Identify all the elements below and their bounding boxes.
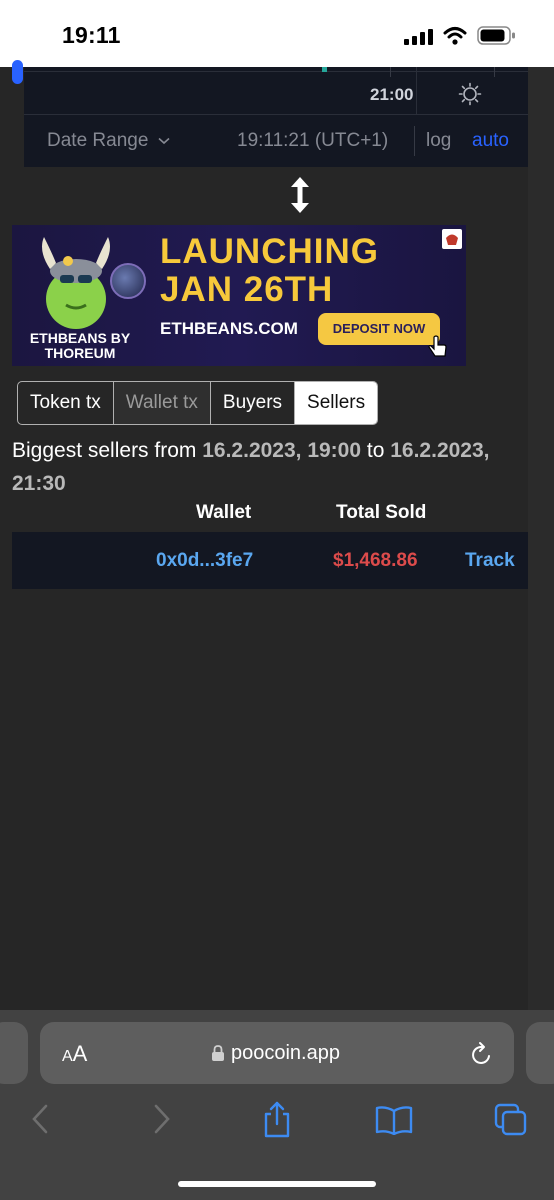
tab-sellers[interactable]: Sellers xyxy=(295,382,378,424)
signal-icon xyxy=(404,29,433,45)
previous-tab-preview[interactable] xyxy=(0,1022,28,1084)
forward-icon[interactable] xyxy=(152,1103,172,1135)
wifi-icon xyxy=(443,27,467,45)
ad-url: ETHBEANS.COM xyxy=(160,319,298,338)
ad-deposit-button[interactable]: DEPOSIT NOW xyxy=(318,313,440,345)
lock-icon xyxy=(212,1045,224,1061)
ad-headline-line: LAUNCHING xyxy=(160,232,379,271)
heading-prefix: Biggest sellers from xyxy=(12,439,203,462)
price-axis-separator xyxy=(416,67,417,114)
ad-brand: ETHBEANS BY THOREUM xyxy=(22,331,138,361)
date-range-button[interactable]: Date Range xyxy=(47,130,170,152)
share-icon[interactable] xyxy=(262,1100,292,1138)
battery-icon xyxy=(477,26,515,45)
text-size-button[interactable]: AA xyxy=(62,1041,87,1067)
tab-token-tx[interactable]: Token tx xyxy=(18,382,114,424)
toolbar-divider xyxy=(414,126,415,156)
chart-scroll-handle[interactable] xyxy=(12,60,23,84)
ad-banner[interactable]: ETHBEANS BY THOREUM LAUNCHING JAN 26TH E… xyxy=(12,225,466,366)
track-link[interactable]: Track xyxy=(465,550,515,572)
column-header-total-sold: Total Sold xyxy=(336,502,427,523)
log-scale-button[interactable]: log xyxy=(426,130,451,152)
aa-large: A xyxy=(72,1041,88,1066)
chart-crosshair xyxy=(322,67,327,72)
column-header-wallet: Wallet xyxy=(196,502,252,523)
next-tab-preview[interactable] xyxy=(526,1022,554,1084)
heading-from-date: 16.2.2023, 19:00 xyxy=(202,439,362,462)
bookmarks-icon[interactable] xyxy=(375,1105,413,1135)
tabs-overview-icon[interactable] xyxy=(494,1103,528,1137)
chevron-down-icon xyxy=(158,137,170,145)
chart-gridline xyxy=(390,67,391,77)
reload-icon[interactable] xyxy=(470,1041,494,1067)
date-range-label: Date Range xyxy=(47,130,149,151)
heading-to-word: to xyxy=(361,439,391,462)
sellers-heading: Biggest sellers from 16.2.2023, 19:00 to… xyxy=(12,434,532,500)
total-sold-value: $1,468.86 xyxy=(333,550,418,571)
back-icon[interactable] xyxy=(30,1103,50,1135)
status-time: 19:11 xyxy=(62,22,121,48)
time-axis-divider xyxy=(24,114,528,115)
chart-settings-icon[interactable] xyxy=(458,82,482,106)
ad-headline: LAUNCHING JAN 26TH xyxy=(160,233,379,309)
tab-wallet-tx[interactable]: Wallet tx xyxy=(113,382,211,424)
resize-vertical-icon[interactable] xyxy=(289,176,311,214)
page-gutter xyxy=(528,67,554,1010)
aa-small: A xyxy=(62,1048,73,1065)
planet-icon xyxy=(110,263,146,299)
chart-clock[interactable]: 19:11:21 (UTC+1) xyxy=(237,130,388,152)
url-text[interactable]: poocoin.app xyxy=(231,1042,340,1065)
ad-choices-icon[interactable] xyxy=(442,229,462,249)
home-indicator[interactable] xyxy=(178,1181,376,1187)
ad-headline-line: JAN 26TH xyxy=(160,270,334,309)
table-row xyxy=(12,532,528,589)
chart-gridline xyxy=(24,71,528,72)
time-axis-label: 21:00 xyxy=(370,85,414,104)
auto-scale-button[interactable]: auto xyxy=(472,130,509,152)
ad-brand-line: THOREUM xyxy=(44,345,116,361)
price-chart[interactable] xyxy=(24,67,528,167)
wallet-address-link[interactable]: 0x0d...3fe7 xyxy=(156,550,253,572)
ad-brand-line: ETHBEANS BY xyxy=(29,330,131,346)
hand-cursor-icon xyxy=(428,335,447,357)
tx-tabs: Token tx Wallet tx Buyers Sellers xyxy=(17,381,379,425)
chart-gridline xyxy=(494,67,495,77)
tab-buyers[interactable]: Buyers xyxy=(211,382,296,424)
